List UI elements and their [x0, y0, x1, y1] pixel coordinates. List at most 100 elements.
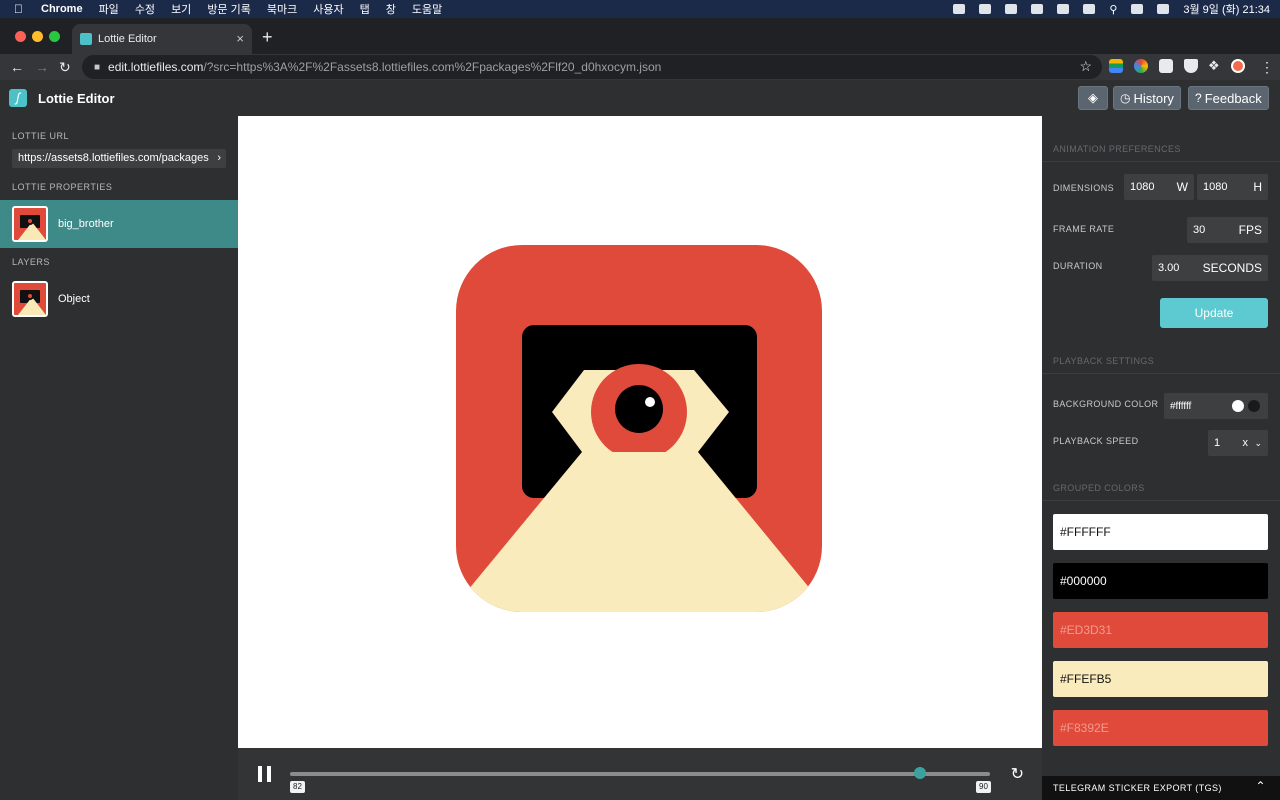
spotlight-search-icon[interactable]: ⚲: [1109, 3, 1117, 16]
chevron-up-icon[interactable]: ⌃: [1256, 779, 1266, 793]
browser-tab[interactable]: Lottie Editor ×: [72, 24, 252, 54]
menu-help[interactable]: 도움말: [412, 1, 442, 17]
flag-icon[interactable]: [1083, 4, 1096, 14]
forward-button[interactable]: →: [35, 58, 49, 76]
property-name: big_brother: [58, 218, 114, 230]
dropbox-icon[interactable]: [953, 4, 966, 14]
url-host: edit.lottiefiles.com: [108, 60, 204, 74]
menu-bookmarks[interactable]: 북마크: [267, 1, 297, 17]
height-value: 1080: [1203, 181, 1228, 193]
menu-tab[interactable]: 탭: [360, 1, 370, 17]
minimize-window-button[interactable]: [32, 31, 43, 42]
layer-name: Object: [58, 293, 90, 305]
menu-view[interactable]: 보기: [171, 1, 191, 17]
loop-icon[interactable]: ↻: [1011, 764, 1024, 784]
background-color-input[interactable]: #ffffff: [1164, 393, 1268, 419]
puzzle-extensions-icon[interactable]: ❖: [1208, 59, 1222, 73]
end-frame-label: 90: [976, 781, 991, 793]
duration-unit: SECONDS: [1202, 261, 1262, 275]
width-input[interactable]: 1080 W: [1124, 174, 1194, 200]
animation-canvas[interactable]: [238, 116, 1042, 748]
timeline-slider[interactable]: [290, 772, 990, 776]
menu-edit[interactable]: 수정: [135, 1, 155, 17]
lottie-url-value: https://assets8.lottiefiles.com/packages: [18, 152, 209, 164]
battery-icon[interactable]: [1131, 4, 1144, 14]
glasses-icon[interactable]: [1057, 4, 1070, 14]
app-header: ʃ Lottie Editor ◈ ◷ History ? Feedback: [0, 80, 1280, 116]
menu-file[interactable]: 파일: [99, 1, 119, 17]
tab-title: Lottie Editor: [98, 33, 157, 45]
help-circle-icon: ?: [1195, 91, 1202, 105]
layer-item-object[interactable]: Object: [0, 275, 238, 323]
frame-rate-label: FRAME RATE: [1053, 224, 1115, 234]
color-swatch-label: #000000: [1060, 574, 1107, 588]
extension-stack-icon[interactable]: [1109, 59, 1123, 73]
pause-button[interactable]: [258, 766, 272, 782]
color-swatch-000000[interactable]: #000000: [1053, 563, 1268, 599]
bookmark-star-icon[interactable]: ☆: [1079, 58, 1092, 75]
playback-settings-heading: PLAYBACK SETTINGS: [1053, 356, 1155, 366]
cloud-upload-icon[interactable]: [979, 4, 992, 14]
layer-thumbnail: [12, 281, 48, 317]
control-center-icon[interactable]: [1157, 4, 1170, 14]
property-item-big-brother[interactable]: big_brother: [0, 200, 238, 248]
lottie-url-field[interactable]: https://assets8.lottiefiles.com/packages…: [12, 149, 226, 168]
apple-icon[interactable]: : [14, 2, 23, 16]
layers-button[interactable]: ◈: [1078, 86, 1108, 110]
color-swatch-label: #F8392E: [1060, 721, 1109, 735]
app-status-icon[interactable]: [1005, 4, 1018, 14]
color-swatch-ffefb5[interactable]: #FFEFB5: [1053, 661, 1268, 697]
lottie-properties-heading: LOTTIE PROPERTIES: [12, 182, 113, 192]
menu-history[interactable]: 방문 기록: [207, 1, 251, 17]
profile-avatar-icon[interactable]: [1231, 59, 1245, 73]
start-frame-label: 82: [290, 781, 305, 793]
chrome-menu-icon[interactable]: ⋮: [1260, 58, 1274, 76]
background-color-value: #ffffff: [1170, 400, 1192, 412]
chevron-right-icon[interactable]: ›: [217, 149, 221, 168]
height-unit: H: [1253, 180, 1262, 194]
weather-icon[interactable]: [1031, 4, 1044, 14]
playback-speed-select[interactable]: 1 x ⌄: [1208, 430, 1268, 456]
lottie-favicon-icon: [80, 33, 92, 45]
width-unit: W: [1176, 180, 1188, 194]
address-bar[interactable]: ■ edit.lottiefiles.com /?src=https%3A%2F…: [82, 55, 1102, 79]
color-picker-extension-icon[interactable]: [1134, 59, 1148, 73]
right-panel: ANIMATION PREFERENCES DIMENSIONS 1080 W …: [1042, 116, 1280, 800]
browser-toolbar: ← → ↻ ■ edit.lottiefiles.com /?src=https…: [0, 54, 1280, 80]
duration-value: 3.00: [1158, 262, 1180, 274]
big-brother-animation: [456, 245, 822, 612]
menubar-clock[interactable]: 3월 9일 (화) 21:34: [1183, 1, 1270, 17]
feedback-label: Feedback: [1204, 90, 1262, 106]
menu-people[interactable]: 사용자: [313, 1, 343, 17]
timeline-knob[interactable]: [914, 767, 926, 779]
feedback-button[interactable]: ? Feedback: [1188, 86, 1269, 110]
height-input[interactable]: 1080 H: [1197, 174, 1268, 200]
menu-chrome[interactable]: Chrome: [41, 3, 83, 15]
history-icon: ◷: [1120, 91, 1131, 105]
tgs-export-bar[interactable]: TELEGRAM STICKER EXPORT (TGS) ⌃: [1042, 776, 1280, 800]
new-tab-button[interactable]: +: [262, 28, 273, 46]
history-button[interactable]: ◷ History: [1113, 86, 1181, 110]
light-bg-toggle[interactable]: [1232, 400, 1244, 412]
color-swatch-ffffff[interactable]: #FFFFFF: [1053, 514, 1268, 550]
frame-rate-input[interactable]: 30 FPS: [1187, 217, 1268, 243]
close-tab-icon[interactable]: ×: [236, 31, 244, 46]
document-extension-icon[interactable]: [1159, 59, 1173, 73]
duration-input[interactable]: 3.00 SECONDS: [1152, 255, 1268, 281]
animation-preferences-heading: ANIMATION PREFERENCES: [1053, 144, 1181, 154]
color-swatch-ed3d31[interactable]: #ED3D31: [1053, 612, 1268, 648]
reload-button[interactable]: ↻: [59, 58, 71, 76]
back-button[interactable]: ←: [10, 58, 24, 76]
background-color-label: BACKGROUND COLOR: [1053, 399, 1159, 409]
update-button[interactable]: Update: [1160, 298, 1268, 328]
color-swatch-f8392e[interactable]: #F8392E: [1053, 710, 1268, 746]
color-swatch-label: #ED3D31: [1060, 623, 1113, 637]
dark-bg-toggle[interactable]: [1248, 400, 1260, 412]
color-swatch-label: #FFFFFF: [1060, 525, 1111, 539]
chevron-down-icon: ⌄: [1254, 437, 1262, 448]
close-window-button[interactable]: [15, 31, 26, 42]
pocket-extension-icon[interactable]: [1184, 59, 1198, 73]
zoom-window-button[interactable]: [49, 31, 60, 42]
player-controls: 82 90 ↻: [238, 748, 1042, 800]
menu-window[interactable]: 창: [386, 1, 396, 17]
